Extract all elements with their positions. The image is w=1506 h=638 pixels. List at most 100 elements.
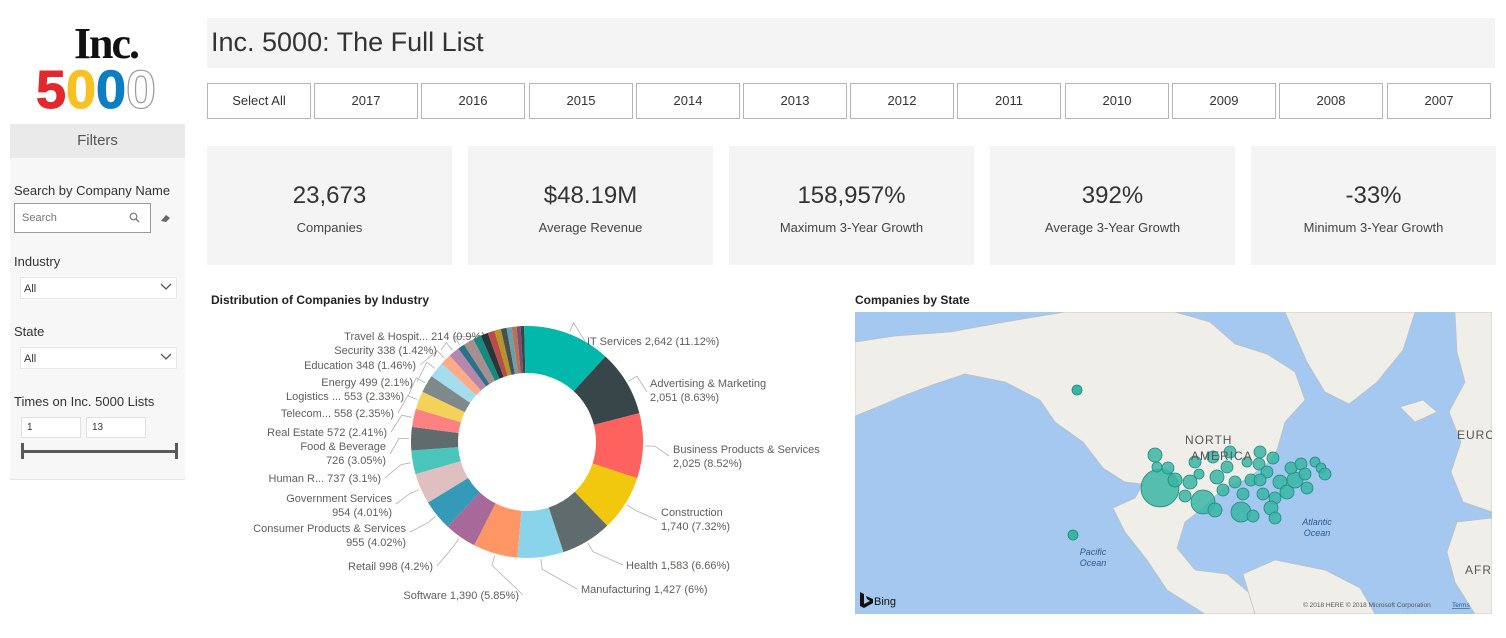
- search-box[interactable]: [14, 203, 151, 233]
- times-min-input[interactable]: 1: [21, 417, 81, 438]
- donut-label-value: 2,025 (8.52%): [673, 458, 742, 470]
- map-label-europe: EURO: [1457, 428, 1492, 442]
- donut-label-value: 2,051 (8.63%): [650, 392, 719, 404]
- kpi-card-companies: 23,673 Companies: [207, 146, 452, 265]
- times-label: Times on Inc. 5000 Lists: [14, 394, 155, 409]
- kpi-card-min-growth: -33% Minimum 3-Year Growth: [1251, 146, 1496, 265]
- year-button-2007[interactable]: 2007: [1387, 83, 1491, 119]
- year-button-2012[interactable]: 2012: [850, 83, 954, 119]
- donut-label-value: 954 (4.01%): [332, 507, 392, 519]
- kpi-value: 158,957%: [797, 182, 906, 209]
- state-bubble[interactable]: [1209, 469, 1225, 485]
- donut-label: Advertising & Marketing: [650, 378, 766, 390]
- industry-chart-title: Distribution of Companies by Industry: [211, 293, 430, 307]
- state-bubble[interactable]: [1268, 511, 1282, 525]
- state-bubble[interactable]: [1151, 461, 1163, 473]
- year-button-2017[interactable]: 2017: [314, 83, 418, 119]
- kpi-value: $48.19M: [543, 182, 638, 209]
- times-slider-track[interactable]: [22, 450, 177, 453]
- year-button-2010[interactable]: 2010: [1065, 83, 1169, 119]
- year-button-2009[interactable]: 2009: [1172, 83, 1276, 119]
- industry-dropdown[interactable]: All: [20, 277, 177, 299]
- filters-title: Filters: [77, 132, 118, 149]
- search-icon[interactable]: [129, 212, 140, 223]
- state-bubble[interactable]: [1193, 468, 1205, 480]
- map-label-pacific-1: Pacific: [1080, 547, 1107, 557]
- state-bubble[interactable]: [1318, 467, 1332, 481]
- map-canvas: NORTH AMERICA EURO AFR Atlantic Ocean Pa…: [855, 312, 1492, 614]
- state-bubble[interactable]: [1256, 487, 1270, 501]
- state-bubble[interactable]: [1300, 481, 1314, 495]
- donut-leader-line: [436, 538, 460, 567]
- donut-label: Education 348 (1.46%): [304, 360, 416, 372]
- state-dropdown[interactable]: All: [20, 347, 177, 369]
- page-title: Inc. 5000: The Full List: [211, 27, 484, 57]
- donut-label: Business Products & Services: [673, 444, 820, 456]
- map-label-africa: AFR: [1465, 563, 1492, 577]
- donut-leader-line: [409, 516, 436, 533]
- donut-label: Software 1,390 (5.85%): [403, 590, 519, 602]
- donut-leader-line: [384, 462, 411, 479]
- map-terms-link[interactable]: Terms: [1452, 602, 1470, 609]
- hawaii-bubble[interactable]: [1067, 529, 1079, 541]
- donut-label: Energy 499 (2.1%): [321, 377, 413, 389]
- state-bubble[interactable]: [1228, 475, 1242, 489]
- kpi-label: Maximum 3-Year Growth: [779, 220, 924, 235]
- logo-digit-5: 5: [36, 60, 66, 114]
- year-button-select-all[interactable]: Select All: [207, 83, 311, 119]
- donut-label: Travel & Hospit... 214 (0.9%): [344, 331, 485, 343]
- logo-digit-0b: 0: [96, 60, 126, 114]
- donut-label: Retail 998 (4.2%): [348, 561, 433, 573]
- donut-label: Consumer Products & Services: [253, 523, 406, 535]
- year-button-2014[interactable]: 2014: [636, 83, 740, 119]
- logo-digit-0a: 0: [66, 60, 96, 114]
- donut-label: Manufacturing 1,427 (6%): [581, 584, 708, 596]
- times-slider-min-handle[interactable]: [21, 443, 24, 459]
- kpi-label: Companies: [296, 220, 363, 235]
- industry-label: Industry: [14, 254, 61, 269]
- donut-leader-line: [644, 445, 670, 457]
- state-bubble[interactable]: [1207, 502, 1223, 518]
- donut-label: Human R... 737 (3.1%): [269, 473, 382, 485]
- title-bar: Inc. 5000: The Full List: [207, 18, 1495, 68]
- times-slider-max-handle[interactable]: [175, 443, 178, 459]
- state-bubble[interactable]: [1266, 451, 1280, 465]
- state-bubble[interactable]: [1253, 445, 1267, 459]
- year-button-2013[interactable]: 2013: [743, 83, 847, 119]
- state-bubble[interactable]: [1253, 473, 1267, 487]
- search-input[interactable]: [15, 204, 115, 232]
- state-bubble[interactable]: [1147, 447, 1163, 463]
- map-label-atlantic-2: Ocean: [1304, 528, 1331, 538]
- state-bubble[interactable]: [1236, 487, 1250, 501]
- times-max-input[interactable]: 13: [86, 417, 146, 438]
- state-bubble[interactable]: [1167, 472, 1183, 488]
- donut-label: Real Estate 572 (2.41%): [267, 427, 387, 439]
- year-button-2008[interactable]: 2008: [1279, 83, 1383, 119]
- donut-leader-line: [395, 489, 420, 505]
- state-bubble[interactable]: [1298, 467, 1312, 481]
- donut-leader-line: [587, 542, 624, 566]
- alaska-bubble[interactable]: [1071, 384, 1083, 396]
- donut-label: IT Services 2,642 (11.12%): [587, 336, 719, 348]
- year-button-2016[interactable]: 2016: [421, 83, 525, 119]
- chevron-down-icon: [160, 353, 172, 360]
- companies-by-state-map[interactable]: NORTH AMERICA EURO AFR Atlantic Ocean Pa…: [855, 312, 1492, 614]
- donut-leader-line: [540, 559, 578, 590]
- state-map-title: Companies by State: [855, 293, 970, 307]
- state-bubble[interactable]: [1178, 489, 1192, 503]
- map-label-pacific-2: Ocean: [1080, 558, 1107, 568]
- state-bubble[interactable]: [1246, 509, 1260, 523]
- state-bubble[interactable]: [1216, 483, 1230, 497]
- year-button-2015[interactable]: 2015: [529, 83, 633, 119]
- kpi-label: Average 3-Year Growth: [1044, 220, 1181, 235]
- donut-label-value: 955 (4.02%): [346, 537, 406, 549]
- kpi-card-max-growth: 158,957% Maximum 3-Year Growth: [729, 146, 974, 265]
- state-bubble[interactable]: [1161, 461, 1175, 475]
- eraser-icon[interactable]: [160, 212, 172, 224]
- year-slicer: Select All 2017 2016 2015 2014 2013 2012…: [207, 83, 1495, 119]
- state-label: State: [14, 324, 45, 339]
- bing-text: Bing: [874, 596, 896, 608]
- year-button-2011[interactable]: 2011: [957, 83, 1061, 119]
- donut-label: Government Services: [286, 493, 392, 505]
- industry-donut-chart: IT Services 2,642 (11.12%) Advertising & …: [253, 321, 820, 602]
